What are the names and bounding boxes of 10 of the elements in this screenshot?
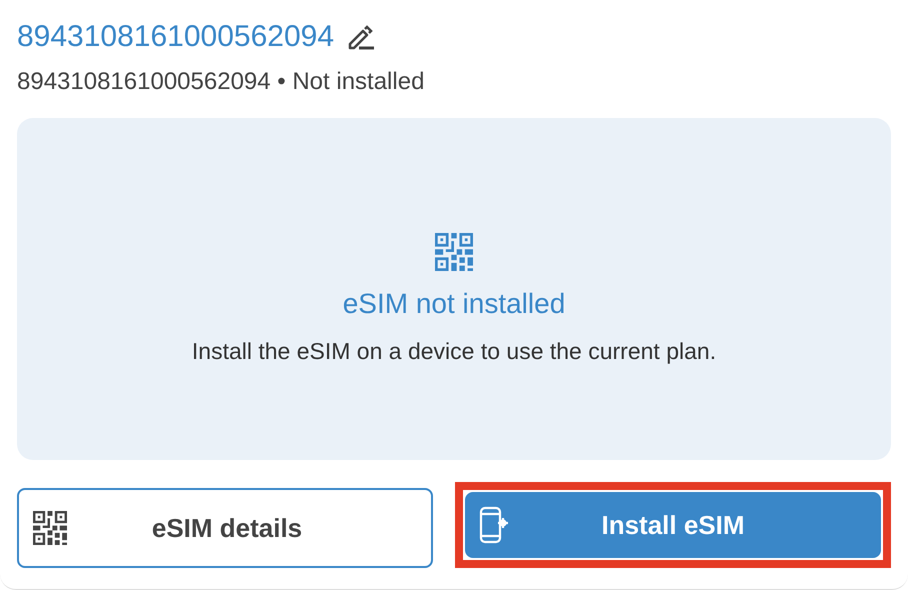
sim-subtitle: 8943108161000562094 • Not installed: [17, 67, 424, 97]
phone-settings-icon: [479, 506, 509, 544]
install-button[interactable]: Install eSIM: [465, 492, 881, 558]
sim-number-title: 8943108161000562094: [17, 19, 334, 55]
details-button[interactable]: eSIM details: [17, 488, 433, 568]
qr-code-icon: [435, 232, 473, 270]
status-message: Install the eSIM on a device to use the current plan.: [192, 336, 716, 366]
status-title: eSIM not installed: [342, 286, 566, 320]
qr-code-icon: [33, 511, 67, 545]
edit-icon[interactable]: [346, 24, 376, 50]
